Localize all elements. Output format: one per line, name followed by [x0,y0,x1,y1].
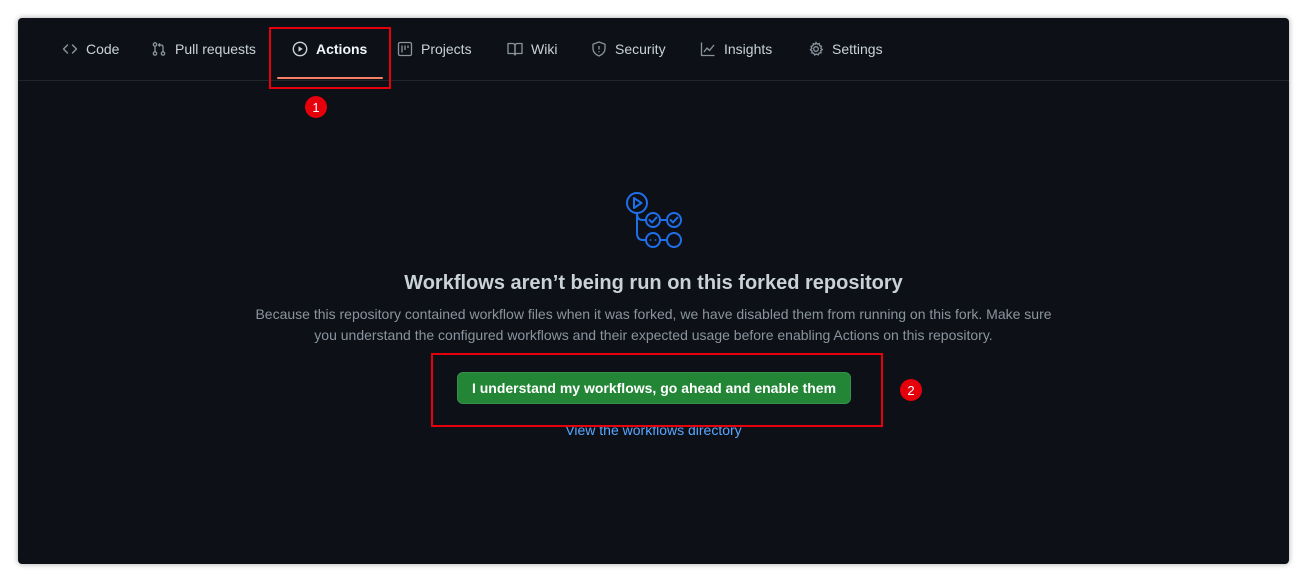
tab-insights[interactable]: Insights [700,18,772,80]
tab-security[interactable]: Security [591,18,666,80]
graph-icon [700,41,716,57]
workflow-icon [621,192,687,257]
tab-label-wiki: Wiki [531,41,558,57]
enable-workflows-button[interactable]: I understand my workflows, go ahead and … [457,372,851,404]
tab-label-insights: Insights [724,41,773,57]
tab-label-pull-requests: Pull requests [175,41,256,57]
project-icon [397,41,413,57]
description-text: Because this repository contained workfl… [255,306,1052,343]
gear-icon [808,41,824,57]
tab-settings[interactable]: Settings [808,18,883,80]
tab-label-code: Code [86,41,120,57]
annotation-box-actions [269,27,391,89]
repo-navbar: Code Pull requests Actions Projects Wiki… [18,18,1289,81]
tab-wiki[interactable]: Wiki [507,18,557,80]
book-icon [507,41,523,57]
shield-icon [591,41,607,57]
tab-label-settings: Settings [832,41,883,57]
page-title: Workflows aren’t being run on this forke… [404,272,903,294]
tab-pull-requests[interactable]: Pull requests [151,18,256,80]
code-icon [62,41,78,57]
annotation-badge-1: 1 [305,96,327,118]
tab-label-security: Security [615,41,666,57]
app-window: Code Pull requests Actions Projects Wiki… [18,18,1289,564]
pull-request-icon [151,41,167,57]
tab-projects[interactable]: Projects [397,18,472,80]
tab-label-projects: Projects [421,41,472,57]
annotation-badge-2: 2 [900,379,922,401]
tab-code[interactable]: Code [62,18,119,80]
